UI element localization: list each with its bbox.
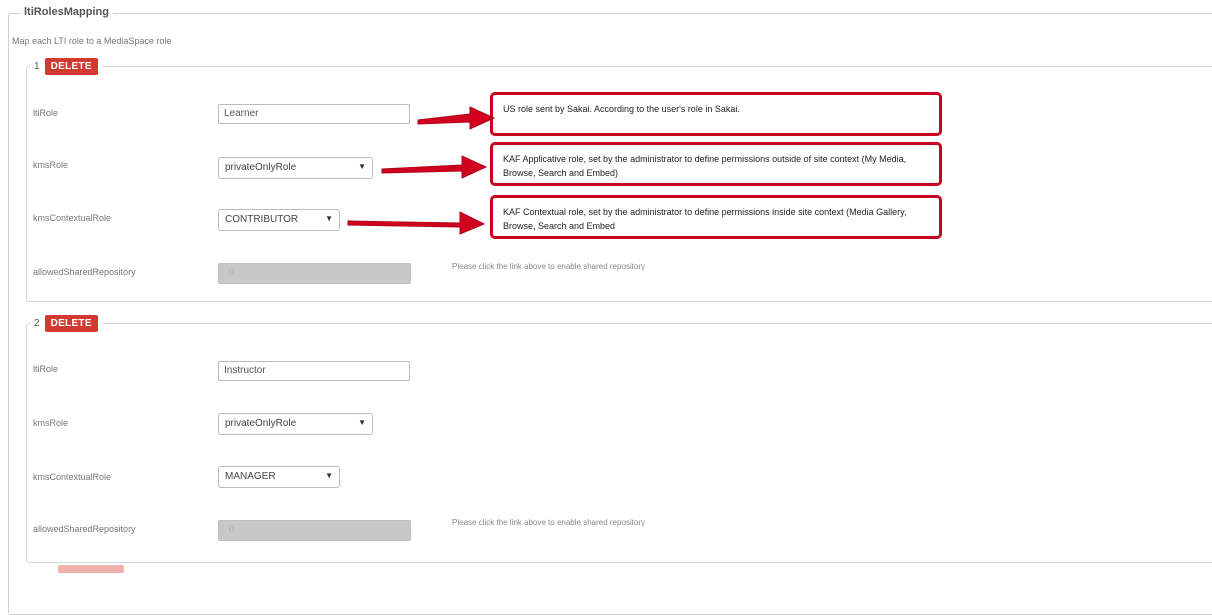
group-index: 2 [34, 318, 40, 329]
kmsRole-selected-value: privateOnlyRole [225, 162, 297, 173]
allowedSharedRepository-value: 0 [229, 267, 235, 277]
red-arrow-icon [381, 155, 488, 179]
allowedSharedRepository-value: 0 [229, 524, 235, 534]
group-2-legend: 2 DELETE [30, 315, 102, 332]
shared-repository-note: Please click the link above to enable sh… [452, 518, 645, 527]
dropdown-caret-icon: ▼ [358, 418, 366, 427]
dropdown-caret-icon: ▼ [358, 162, 366, 171]
callout-kms-contextual-role: KAF Contextual role, set by the administ… [490, 195, 942, 239]
allowedSharedRepository-label: allowedSharedRepository [33, 524, 136, 534]
dropdown-caret-icon: ▼ [325, 471, 333, 480]
allowedSharedRepository-label: allowedSharedRepository [33, 267, 136, 277]
section-title: ltiRolesMapping [20, 6, 113, 18]
section-description: Map each LTI role to a MediaSpace role [12, 36, 172, 46]
callout-text: US role sent by Sakai. According to the … [503, 104, 740, 114]
kmsRole-select[interactable]: privateOnlyRole ▼ [218, 157, 373, 179]
shared-repository-note: Please click the link above to enable sh… [452, 262, 645, 271]
kmsContextualRole-select[interactable]: CONTRIBUTOR ▼ [218, 209, 340, 231]
ltiRole-label: ltiRole [33, 364, 59, 374]
allowedSharedRepository-input: 0 [218, 520, 411, 541]
next-delete-button-fragment [58, 565, 124, 573]
callout-text: KAF Contextual role, set by the administ… [503, 207, 907, 231]
kmsRole-select[interactable]: privateOnlyRole ▼ [218, 413, 373, 435]
dropdown-caret-icon: ▼ [325, 214, 333, 223]
kmsContextualRole-selected-value: CONTRIBUTOR [225, 214, 299, 225]
kmsContextualRole-select[interactable]: MANAGER ▼ [218, 466, 340, 488]
ltiRole-input[interactable]: Instructor [218, 361, 410, 381]
kmsRole-label: kmsRole [33, 160, 69, 170]
role-mapping-group-2 [26, 323, 1212, 563]
kmsRole-selected-value: privateOnlyRole [225, 418, 297, 429]
red-arrow-icon [417, 106, 496, 130]
callout-lti-role: US role sent by Sakai. According to the … [490, 92, 942, 136]
callout-kms-role: KAF Applicative role, set by the adminis… [490, 142, 942, 186]
delete-button[interactable]: DELETE [44, 58, 98, 75]
delete-button[interactable]: DELETE [44, 315, 98, 332]
kmsContextualRole-selected-value: MANAGER [225, 471, 276, 482]
group-index: 1 [34, 61, 40, 72]
kmsContextualRole-label: kmsContextualRole [33, 213, 112, 223]
ltiRole-input[interactable]: Learner [218, 104, 410, 124]
group-1-legend: 1 DELETE [30, 58, 102, 75]
red-arrow-icon [347, 211, 486, 235]
kmsRole-label: kmsRole [33, 418, 69, 428]
ltiRole-label: ltiRole [33, 108, 59, 118]
kmsContextualRole-label: kmsContextualRole [33, 472, 112, 482]
callout-text: KAF Applicative role, set by the adminis… [503, 154, 907, 178]
allowedSharedRepository-input: 0 [218, 263, 411, 284]
